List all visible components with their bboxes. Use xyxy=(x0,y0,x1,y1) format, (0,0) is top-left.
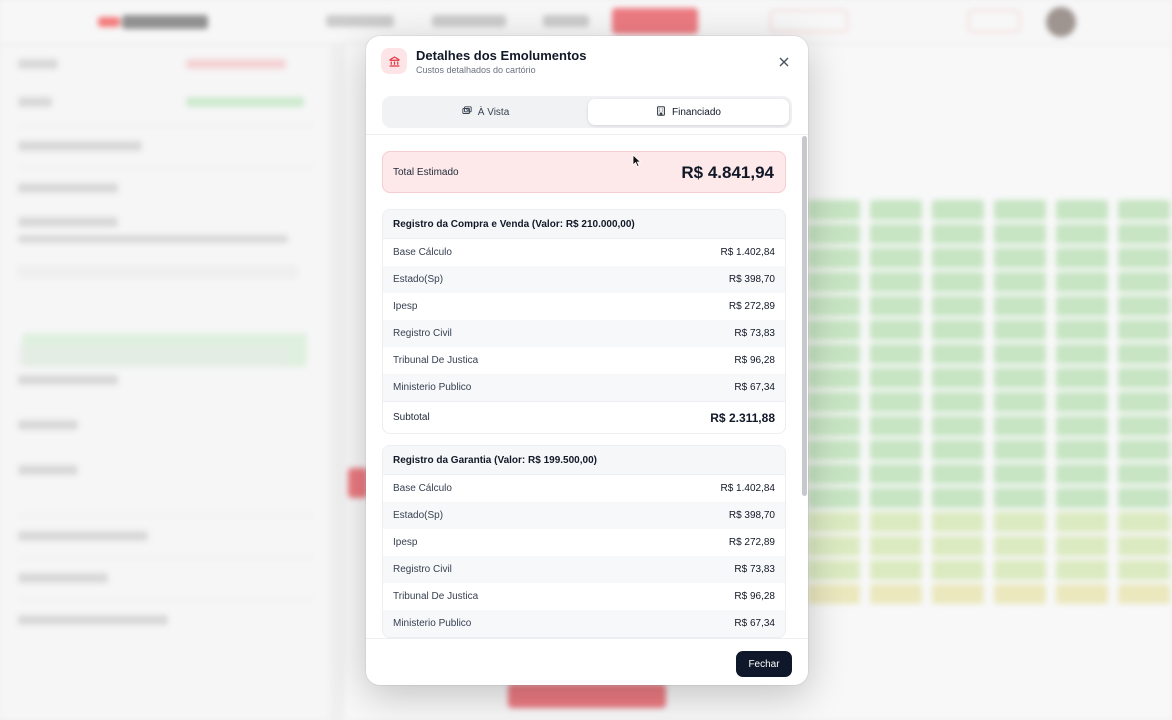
table-row: Ministerio Publico R$ 67,34 xyxy=(383,374,785,401)
fechar-button[interactable]: Fechar xyxy=(736,651,792,677)
total-value: R$ 4.841,94 xyxy=(681,163,774,182)
modal-header: Detalhes dos Emolumentos Custos detalhad… xyxy=(366,36,808,88)
table-row: Estado(Sp) R$ 398,70 xyxy=(383,502,785,529)
table-row: Ipesp R$ 272,89 xyxy=(393,537,775,548)
table-row: Registro Civil R$ 73,83 xyxy=(383,320,785,347)
total-label: Total Estimado xyxy=(393,167,459,178)
section-card-garantia: Registro da Garantia (Valor: R$ 199.500,… xyxy=(382,445,786,638)
modal-scroll-area[interactable]: Total Estimado R$ 4.841,94 Registro da C… xyxy=(366,134,808,638)
subtotal-row: Subtotal R$ 2.311,88 xyxy=(383,401,785,433)
modal-subtitle: Custos detalhados do cartório xyxy=(416,65,536,75)
tab-label: Financiado xyxy=(672,106,721,118)
modal-footer: Fechar xyxy=(366,638,808,685)
emolumentos-modal: Detalhes dos Emolumentos Custos detalhad… xyxy=(366,36,808,685)
tab-financiado[interactable]: Financiado xyxy=(588,99,789,125)
modal-title: Detalhes dos Emolumentos xyxy=(416,48,587,63)
payment-tabs: À Vista Financiado xyxy=(382,96,792,128)
tab-label: À Vista xyxy=(477,106,510,118)
table-row: Ipesp R$ 272,89 xyxy=(393,301,775,312)
cash-icon xyxy=(462,105,472,119)
mouse-cursor-icon xyxy=(632,154,642,168)
scrollbar-thumb[interactable] xyxy=(802,136,807,496)
table-row: Registro Civil R$ 73,83 xyxy=(383,556,785,583)
section-title: Registro da Compra e Venda (Valor: R$ 21… xyxy=(383,210,785,239)
table-row: Tribunal De Justica R$ 96,28 xyxy=(393,591,775,602)
table-row: Base Cálculo R$ 1.402,84 xyxy=(393,483,775,494)
table-row: Base Cálculo R$ 1.402,84 xyxy=(393,247,775,258)
table-row: Tribunal De Justica R$ 96,28 xyxy=(393,355,775,366)
bank-icon xyxy=(381,48,407,74)
section-title: Registro da Garantia (Valor: R$ 199.500,… xyxy=(383,446,785,475)
section-card-compra-venda: Registro da Compra e Venda (Valor: R$ 21… xyxy=(382,209,786,434)
total-estimado-card: Total Estimado R$ 4.841,94 xyxy=(382,151,786,193)
bank-icon xyxy=(656,105,666,119)
close-icon[interactable] xyxy=(774,52,794,72)
table-row: Ministerio Publico R$ 67,34 xyxy=(383,610,785,637)
table-row: Estado(Sp) R$ 398,70 xyxy=(383,266,785,293)
tab-a-vista[interactable]: À Vista xyxy=(385,99,586,125)
